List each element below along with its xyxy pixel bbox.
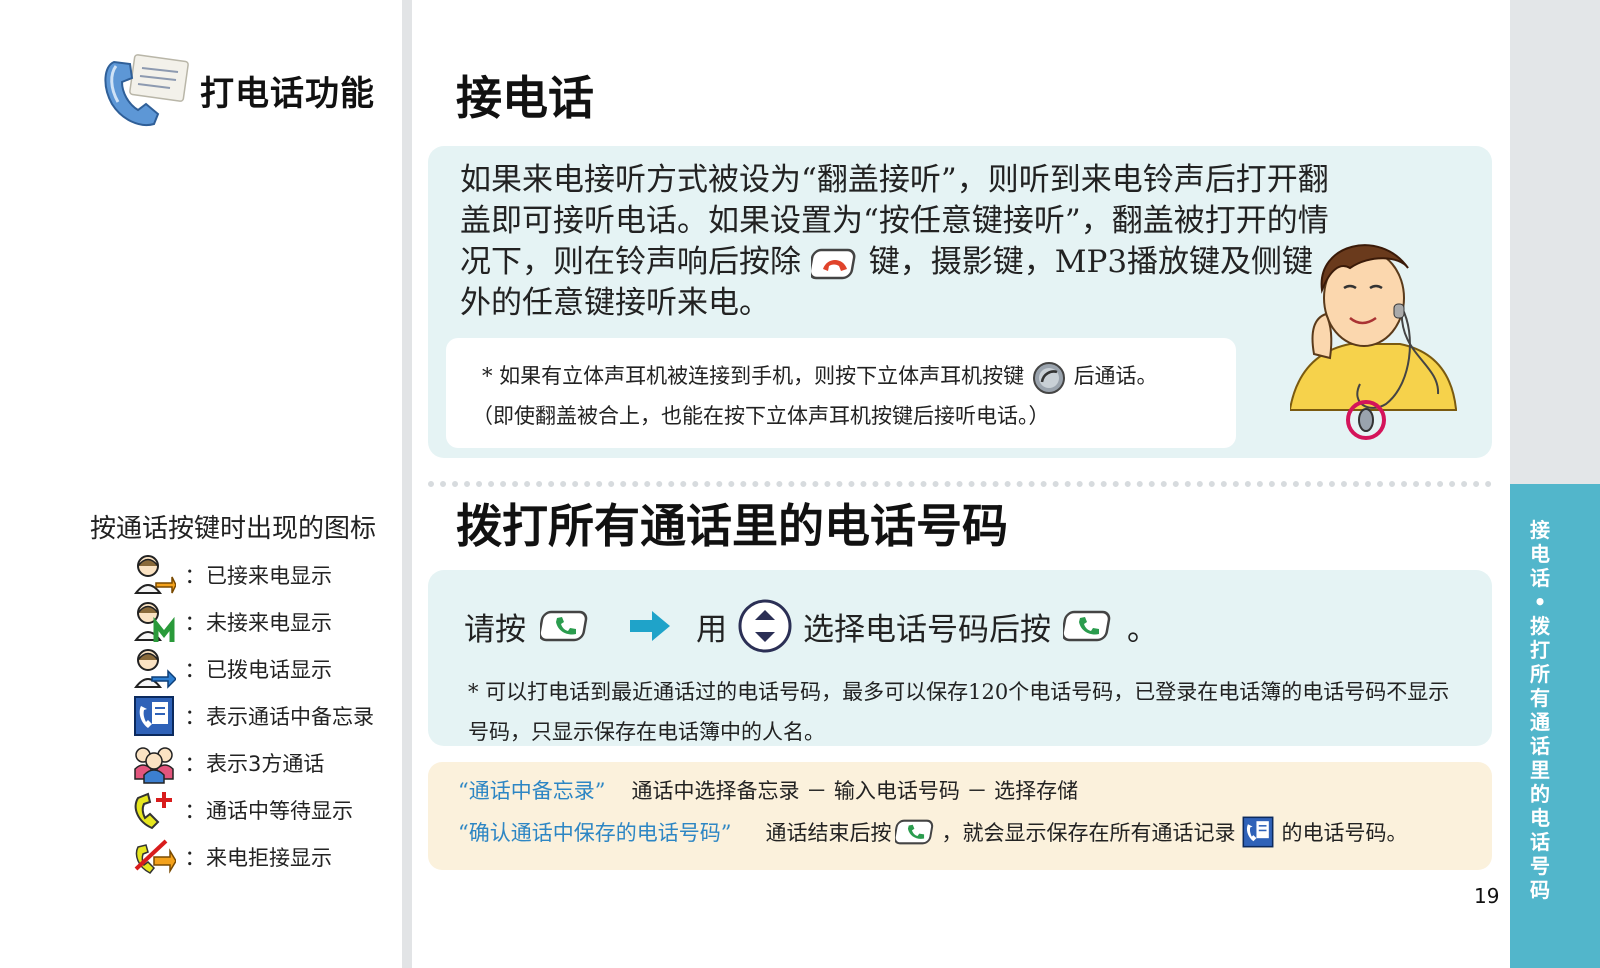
call-memo-icon xyxy=(1243,816,1274,848)
call-waiting-icon xyxy=(134,792,172,830)
send-key-icon xyxy=(895,819,934,845)
man-with-headset-illustration xyxy=(1290,244,1457,440)
section1-paragraph: 如果来电接听方式被设为“翻盖接听”，则听到来电铃声后打开翻盖即可接听电话。如果设… xyxy=(460,162,1329,321)
legend-item: ： 未接来电显示 xyxy=(132,599,332,645)
section1-title: 接电话 xyxy=(456,71,594,125)
instruction-line: 请按 用 选择电话号码后按 。 xyxy=(464,598,1158,654)
legend-label: 来电拒接显示 xyxy=(206,846,332,870)
side-tab-label: 接电话•拨打所有通话里的电话号码 xyxy=(1530,518,1550,902)
side-band xyxy=(1510,0,1600,484)
call-rejected-icon xyxy=(134,839,176,874)
end-key-icon xyxy=(810,248,856,279)
side-tab xyxy=(1510,484,1600,968)
legend-item: ： 已接来电显示 xyxy=(132,552,332,598)
three-way-call-icon xyxy=(134,747,174,784)
recent-calls-note: * 可以打电话到最近通话过的电话号码，最多可以保存120个电话号码，已登录在电话… xyxy=(468,680,1450,744)
legend-item: ： 已拨电话显示 xyxy=(132,646,332,692)
phone-handset-icon xyxy=(104,54,189,126)
send-key-icon xyxy=(540,610,588,642)
memo-text: 通话中选择备忘录 － 输入电话号码 － 选择存储 xyxy=(631,779,1079,803)
legend-label: 已接来电显示 xyxy=(206,564,332,588)
page-number: 19 xyxy=(1474,884,1500,908)
missed-call-icon xyxy=(133,602,175,642)
legend-label: 表示通话中备忘录 xyxy=(206,705,374,729)
section2-title: 拨打所有通话里的电话号码 xyxy=(456,499,1008,553)
legend-label: 表示3方通话 xyxy=(206,752,325,776)
call-memo-icon xyxy=(134,696,174,736)
legend-item: ： 来电拒接显示 xyxy=(132,834,332,880)
memo-row: “通话中备忘录” 通话中选择备忘录 － 输入电话号码 － 选择存储 xyxy=(458,770,1078,810)
sidebar-title: 打电话功能 xyxy=(200,74,375,114)
send-key-icon xyxy=(1063,610,1111,642)
legend-label: 未接来电显示 xyxy=(206,611,332,635)
memo-label: “通话中备忘录” xyxy=(458,779,606,803)
legend-label: 已拨电话显示 xyxy=(206,658,332,682)
arrow-right-icon xyxy=(630,611,670,641)
memo-label: “确认通话中保存的电话号码” xyxy=(458,821,732,845)
memo-text: ，就会显示保存在所有通话记录 xyxy=(941,821,1236,845)
headset-key-icon xyxy=(1032,361,1065,394)
legend-label: 通话中等待显示 xyxy=(206,799,353,823)
legend-item: ： 表示通话中备忘录 xyxy=(132,693,374,739)
received-call-icon xyxy=(133,555,176,594)
memo-row: “确认通话中保存的电话号码” 通话结束后按 ，就会显示保存在所有通话记录 的电话… xyxy=(458,812,1407,852)
dialed-call-icon xyxy=(133,649,176,689)
column-divider xyxy=(402,0,412,968)
icons-heading: 按通话按键时出现的图标 xyxy=(90,514,377,544)
dotted-divider xyxy=(428,481,1492,487)
headset-note: * 如果有立体声耳机被连接到手机，则按下立体声耳机按键 后通话。 （即使翻盖被合… xyxy=(472,356,1242,436)
memo-text: 的电话号码。 xyxy=(1281,821,1408,845)
legend-item: ： 表示3方通话 xyxy=(132,740,324,786)
memo-text: 通话结束后按 xyxy=(765,821,892,845)
navigation-key-icon xyxy=(738,599,792,653)
legend-item: ： 通话中等待显示 xyxy=(132,787,353,833)
